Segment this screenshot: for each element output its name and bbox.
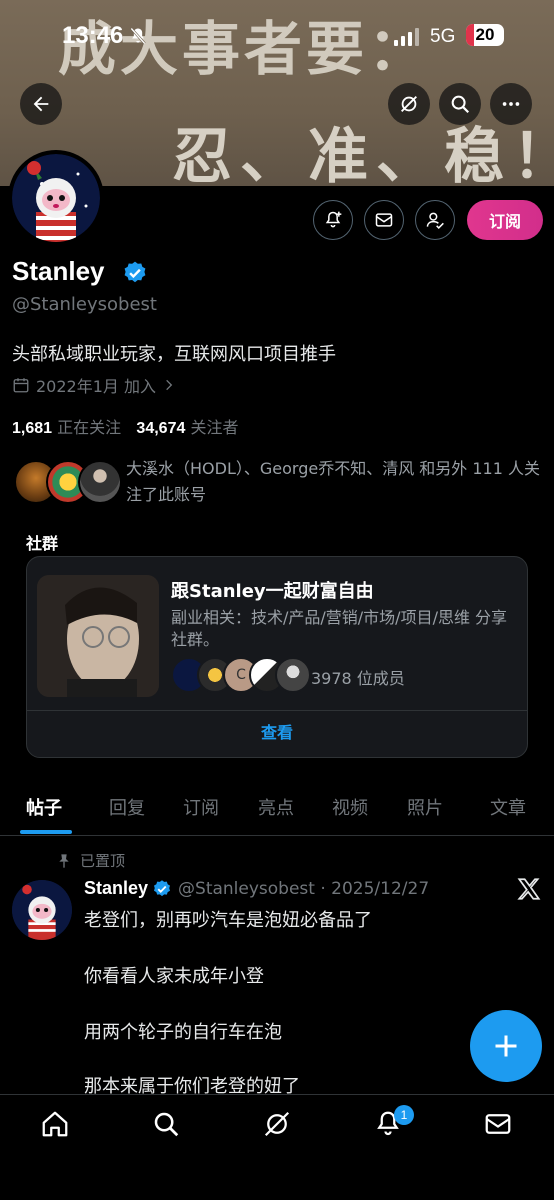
arrow-left-icon	[33, 96, 49, 112]
community-description: 副业相关：技术/产品/营销/市场/项目/思维 分享社群。	[171, 608, 508, 649]
tab-subscriptions[interactable]: 订阅	[183, 794, 219, 820]
following-count: 1,681	[12, 420, 53, 437]
tab-highlights[interactable]: 亮点	[258, 794, 294, 820]
search-button[interactable]	[439, 83, 481, 125]
envelope-icon	[375, 213, 393, 227]
subscribe-button[interactable]: 订阅	[467, 200, 543, 240]
tab-replies[interactable]: 回复	[109, 794, 145, 820]
grok-icon	[401, 96, 417, 112]
chevron-right-icon	[166, 379, 173, 391]
known-followers-text[interactable]: 大溪水（HODL）、George乔不知、清风 和另外 111 人关注了此账号	[126, 456, 546, 508]
compose-post-button[interactable]	[470, 1010, 542, 1082]
post-author-name[interactable]: Stanley	[84, 878, 148, 899]
pinned-indicator: 已置顶	[56, 850, 125, 871]
status-time: 13:46	[62, 22, 124, 49]
post-header: Stanley @Stanleysobest · 2025/12/27	[84, 878, 429, 899]
signal-icon	[394, 28, 420, 46]
more-options-button[interactable]	[490, 83, 532, 125]
back-button[interactable]	[20, 83, 62, 125]
post-text-line: 老登们，别再吵汽车是泡妞必备品了	[84, 910, 372, 931]
tab-posts[interactable]: 帖子	[26, 794, 62, 820]
notification-badge: 1	[394, 1105, 414, 1125]
post-meta: @Stanleysobest · 2025/12/27	[178, 878, 430, 899]
community-member-avatars: C	[171, 657, 311, 693]
active-tab-indicator	[20, 830, 72, 834]
verified-badge-icon	[124, 261, 146, 283]
followers-count: 34,674	[136, 420, 186, 437]
member-avatar	[275, 657, 311, 693]
more-icon	[502, 102, 520, 106]
envelope-icon	[485, 1114, 511, 1134]
profile-bio: 头部私域职业玩家，互联网风口项目推手	[12, 344, 336, 365]
post-text-line: 你看看人家未成年小登	[84, 966, 264, 987]
avatar-illustration	[12, 154, 100, 242]
followers-label: 关注者	[190, 418, 239, 437]
plus-icon	[495, 1035, 517, 1057]
user-check-icon	[426, 212, 444, 229]
tab-videos[interactable]: 视频	[332, 794, 368, 820]
nav-grok[interactable]	[262, 1109, 294, 1141]
joined-date[interactable]: 2022年1月 加入	[12, 373, 176, 397]
profile-name: Stanley	[12, 256, 105, 286]
tab-articles[interactable]: 文章	[490, 794, 526, 820]
known-followers-avatars[interactable]	[14, 460, 122, 506]
calendar-icon	[13, 378, 29, 393]
nav-home[interactable]	[40, 1109, 72, 1141]
verified-badge-icon	[154, 879, 171, 896]
profile-avatar[interactable]	[8, 150, 104, 246]
tab-photos[interactable]: 照片	[407, 794, 443, 820]
post-text-line: 用两个轮子的自行车在泡	[84, 1022, 282, 1043]
silent-mode-icon	[130, 27, 146, 45]
pinned-label: 已置顶	[80, 852, 126, 870]
grok-icon	[264, 1111, 290, 1137]
follow-stats: 1,681 正在关注 34,674 关注者	[12, 414, 238, 438]
grok-button[interactable]	[388, 83, 430, 125]
joined-text: 2022年1月 加入	[36, 377, 156, 396]
profile-tabs: 帖子 回复 订阅 亮点 视频 照片 文章	[0, 784, 554, 836]
nav-messages[interactable]	[483, 1109, 515, 1141]
community-section-title: 社群	[26, 534, 59, 553]
search-icon	[451, 95, 470, 114]
bell-plus-icon	[325, 211, 342, 228]
following-link[interactable]: 1,681 正在关注	[12, 418, 121, 437]
known-follower-avatar	[78, 460, 122, 504]
post-author-avatar[interactable]	[12, 880, 72, 940]
battery-icon: 20	[466, 24, 504, 46]
profile-handle: @Stanleysobest	[12, 294, 157, 315]
battery-level	[466, 24, 474, 46]
following-label: 正在关注	[57, 418, 122, 437]
community-cover-image	[37, 575, 159, 697]
community-divider	[27, 710, 527, 711]
member-avatar-initial: C	[236, 667, 246, 683]
x-logo-icon	[517, 878, 541, 900]
community-card[interactable]: 跟Stanley一起财富自由 副业相关：技术/产品/营销/市场/项目/思维 分享…	[26, 556, 528, 758]
battery-percent: 20	[475, 25, 495, 44]
home-icon	[42, 1111, 68, 1137]
notify-button[interactable]	[313, 200, 353, 240]
message-button[interactable]	[364, 200, 404, 240]
search-icon	[154, 1112, 179, 1137]
status-bar: 13:46 5G 20	[0, 22, 554, 54]
community-view-button[interactable]: 查看	[27, 719, 527, 743]
pin-icon	[59, 853, 69, 868]
community-member-count: 3978 位成员	[311, 669, 405, 688]
following-status-button[interactable]	[415, 200, 455, 240]
network-type: 5G	[430, 26, 456, 47]
followers-link[interactable]: 34,674 关注者	[136, 418, 238, 437]
nav-search[interactable]	[151, 1109, 183, 1141]
bottom-navigation: 1	[0, 1094, 554, 1200]
community-name: 跟Stanley一起财富自由	[171, 581, 374, 602]
